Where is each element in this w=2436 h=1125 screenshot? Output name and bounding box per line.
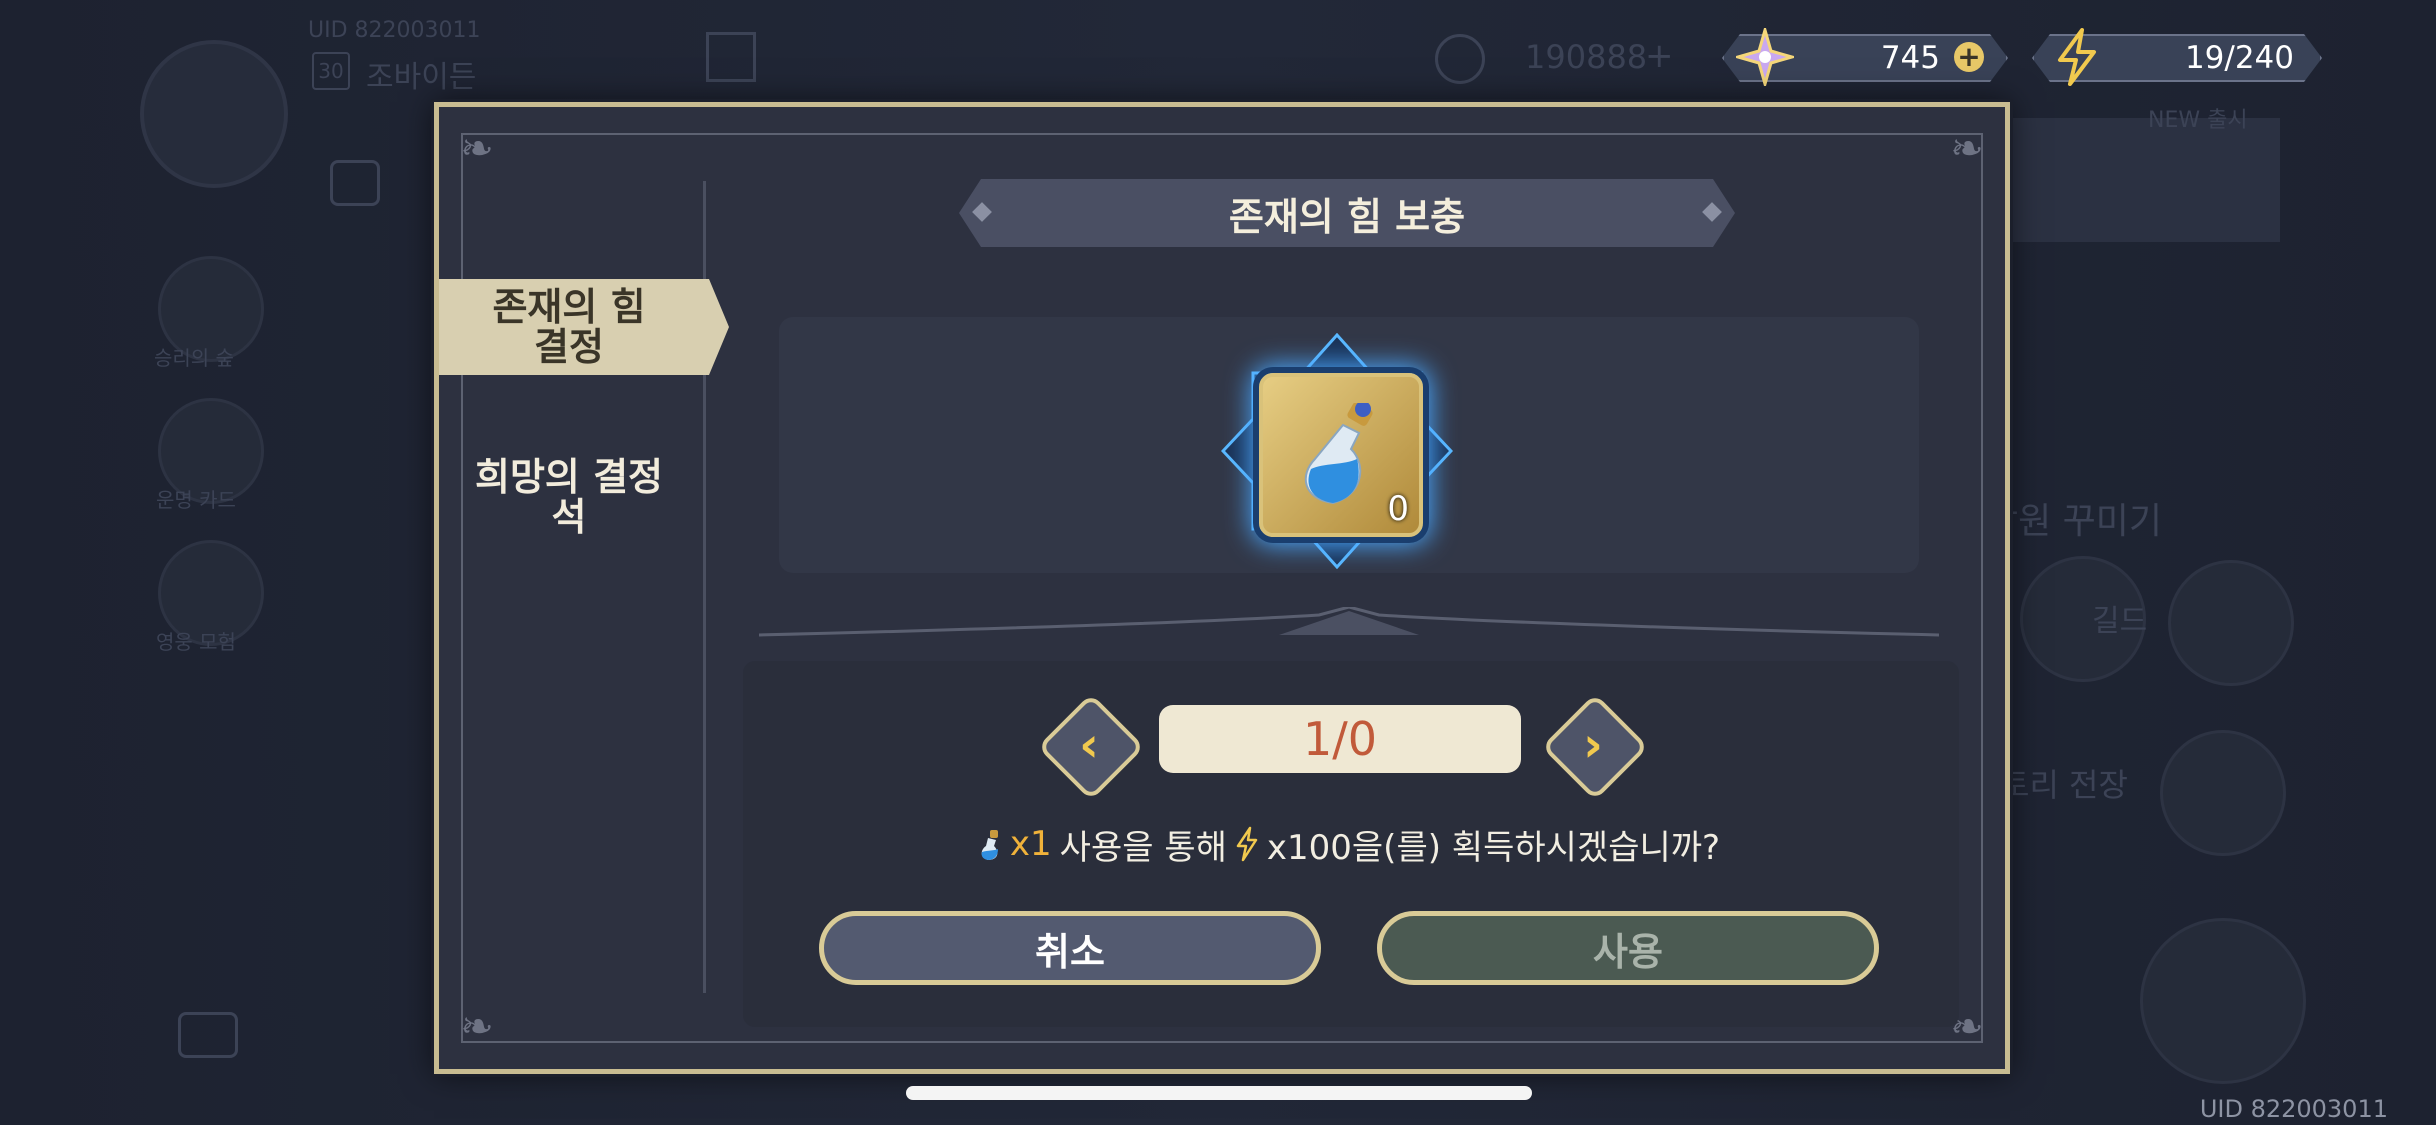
tab-label: 존재의 힘 결정 (492, 285, 646, 369)
gold-coin-icon (1435, 34, 1485, 84)
tab-label: 희망의 결정석 (474, 455, 664, 539)
gold-amount: 190888 (1525, 38, 1648, 76)
use-button[interactable]: 사용 (1377, 911, 1879, 985)
item-count: 0 (1387, 489, 1409, 529)
bottom-uid: UID 822003011 (2199, 1095, 2388, 1123)
small-potion-icon (981, 830, 998, 860)
battle-label: 토리 전장 (2000, 766, 2128, 804)
gold-add-button[interactable]: + (1645, 36, 1674, 76)
message-text: 사용을 통해 (1059, 827, 1227, 868)
anchor-icon[interactable] (2140, 918, 2306, 1084)
friends-icon[interactable] (330, 160, 380, 206)
use-label: 사용 (1593, 929, 1663, 974)
side-menu-label-2: 운명 카드 (156, 488, 236, 512)
dialog-title: 존재의 힘 보충 (1228, 194, 1466, 239)
side-menu-label-3: 영웅 모험 (156, 630, 236, 654)
decorate-label: 장원 꾸미기 (1985, 501, 2163, 542)
player-name: 조바이든 (366, 60, 477, 95)
gem-star-icon (1732, 24, 1798, 96)
crossed-swords-icon[interactable] (2160, 730, 2286, 856)
reward-text: x100을(를) 획득하시겠습니까? (1266, 827, 1721, 868)
tab-power-crystal[interactable]: 존재의 힘 결정 (439, 279, 729, 375)
chevron-left-icon: ‹ (1079, 717, 1099, 773)
menu-grid-icon[interactable] (706, 32, 756, 82)
decrease-button[interactable]: ‹ (1037, 693, 1145, 801)
side-menu-label-1: 승리의 숲 (154, 346, 234, 370)
blue-potion-icon (1304, 403, 1373, 505)
gem-amount: 745 (1880, 40, 1940, 76)
new-release-label: NEW 출시 (2148, 108, 2248, 133)
recharge-dialog: ❧ ❧ ❧ ❧ 존재의 힘 결정 희망의 결정석 존재의 힘 보충 0 ‹ 1/… (434, 102, 2010, 1074)
player-avatar[interactable] (140, 40, 288, 188)
confirm-message: x1 사용을 통해 x100을(를) 획득하시겠습니까? (969, 819, 1729, 869)
corner-ornament-icon: ❧ (460, 1004, 494, 1050)
stamina-amount: 19/240 (2184, 40, 2294, 76)
corner-ornament-icon: ❧ (460, 126, 494, 172)
item-slot[interactable]: 0 (1259, 373, 1423, 537)
home-indicator[interactable] (906, 1086, 1532, 1100)
corner-ornament-icon: ❧ (1950, 126, 1984, 172)
cancel-button[interactable]: 취소 (819, 911, 1321, 985)
divider-arc (759, 607, 1939, 637)
tab-hope-crystal[interactable]: 희망의 결정석 (439, 447, 729, 547)
shield-icon[interactable] (2168, 560, 2294, 686)
quantity-counter: 1/0 (1159, 705, 1521, 773)
dialog-title-bar: 존재의 힘 보충 (959, 179, 1735, 247)
player-level: 30 (312, 52, 350, 90)
lightning-icon (2054, 28, 2100, 96)
chevron-right-icon: › (1583, 717, 1603, 773)
lightning-icon (1236, 826, 1258, 862)
increase-button[interactable]: › (1541, 693, 1649, 801)
gem-add-button[interactable]: + (1954, 42, 1984, 72)
guild-label: 길드 (2092, 604, 2148, 639)
event-banner[interactable] (2000, 118, 2280, 242)
player-uid: UID 822003011 (308, 18, 481, 43)
use-quantity: x1 (1009, 824, 1052, 864)
chat-icon[interactable] (178, 1012, 238, 1058)
cancel-label: 취소 (1035, 929, 1105, 974)
